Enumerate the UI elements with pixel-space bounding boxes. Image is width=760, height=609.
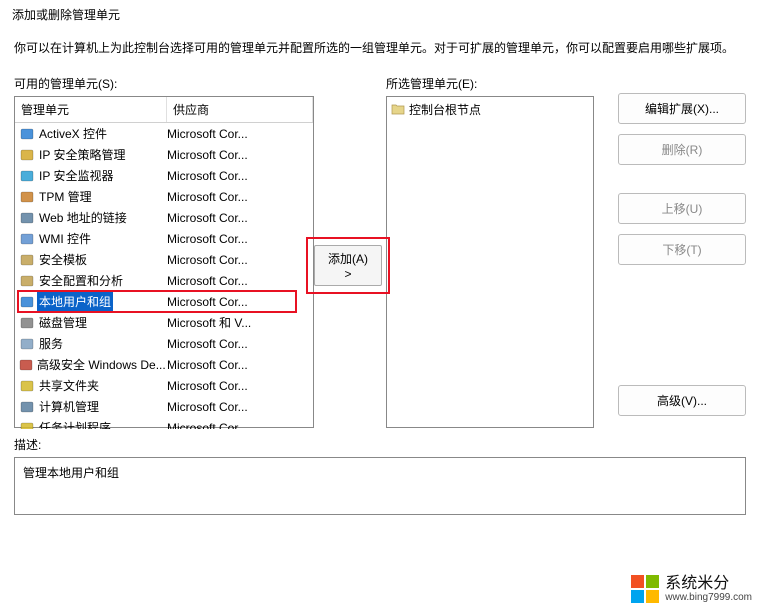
weblink-icon bbox=[19, 210, 35, 226]
list-item[interactable]: ActiveX 控件 Microsoft Cor... bbox=[15, 123, 313, 144]
list-item-vendor: Microsoft Cor... bbox=[167, 127, 313, 141]
tree-root-label: 控制台根节点 bbox=[409, 101, 481, 118]
list-item-vendor: Microsoft Cor... bbox=[167, 148, 313, 162]
list-item-name: 服务 bbox=[37, 334, 65, 353]
list-item-name: Web 地址的链接 bbox=[37, 208, 129, 227]
list-item-vendor: Microsoft Cor... bbox=[167, 295, 313, 309]
list-item-vendor: Microsoft Cor... bbox=[167, 190, 313, 204]
tree-root-node[interactable]: 控制台根节点 bbox=[390, 100, 590, 118]
firewall-icon bbox=[19, 357, 33, 373]
services-icon bbox=[19, 336, 35, 352]
available-list[interactable]: 管理单元 供应商 ActiveX 控件Microsoft Cor...IP 安全… bbox=[14, 96, 314, 428]
sec-config-icon bbox=[19, 273, 35, 289]
watermark: 系统米分 www.bing7999.com bbox=[627, 573, 756, 605]
list-item-vendor: Microsoft Cor... bbox=[167, 211, 313, 225]
list-item[interactable]: TPM 管理 Microsoft Cor... bbox=[15, 186, 313, 207]
list-item-vendor: Microsoft Cor... bbox=[167, 169, 313, 183]
description-label: 描述: bbox=[14, 436, 746, 453]
add-button[interactable]: 添加(A) > bbox=[314, 245, 382, 286]
description-text: 管理本地用户和组 bbox=[23, 466, 119, 480]
disk-icon bbox=[19, 315, 35, 331]
list-item-name: 计算机管理 bbox=[37, 397, 101, 416]
list-item[interactable]: IP 安全监视器 Microsoft Cor... bbox=[15, 165, 313, 186]
description-box: 管理本地用户和组 bbox=[14, 457, 746, 515]
list-item-vendor: Microsoft Cor... bbox=[167, 358, 313, 372]
windows-logo-icon bbox=[631, 575, 659, 603]
list-item-name: ActiveX 控件 bbox=[37, 124, 109, 143]
list-item[interactable]: 磁盘管理 Microsoft 和 V... bbox=[15, 312, 313, 333]
tpm-icon bbox=[19, 189, 35, 205]
ipsec-monitor-icon bbox=[19, 168, 35, 184]
list-item[interactable]: 任务计划程序 Microsoft Cor... bbox=[15, 417, 313, 429]
list-item-name: IP 安全监视器 bbox=[37, 166, 115, 185]
list-item-vendor: Microsoft Cor... bbox=[167, 421, 313, 430]
list-item-vendor: Microsoft Cor... bbox=[167, 379, 313, 393]
list-item-vendor: Microsoft Cor... bbox=[167, 253, 313, 267]
col-header-name[interactable]: 管理单元 bbox=[15, 97, 167, 122]
remove-button[interactable]: 删除(R) bbox=[618, 134, 746, 165]
list-item-vendor: Microsoft Cor... bbox=[167, 232, 313, 246]
list-item-vendor: Microsoft Cor... bbox=[167, 274, 313, 288]
list-item-vendor: Microsoft Cor... bbox=[167, 400, 313, 414]
list-item-name: TPM 管理 bbox=[37, 187, 94, 206]
list-item[interactable]: Web 地址的链接 Microsoft Cor... bbox=[15, 207, 313, 228]
selected-label: 所选管理单元(E): bbox=[386, 75, 594, 92]
dialog-description: 你可以在计算机上为此控制台选择可用的管理单元并配置所选的一组管理单元。对于可扩展… bbox=[0, 27, 760, 75]
list-item[interactable]: 服务 Microsoft Cor... bbox=[15, 333, 313, 354]
list-item-name: 高级安全 Windows De... bbox=[35, 355, 167, 374]
list-item[interactable]: 共享文件夹 Microsoft Cor... bbox=[15, 375, 313, 396]
available-list-header: 管理单元 供应商 bbox=[15, 97, 313, 123]
shared-icon bbox=[19, 378, 35, 394]
watermark-text: 系统米分 bbox=[665, 576, 752, 592]
list-item[interactable]: 安全模板 Microsoft Cor... bbox=[15, 249, 313, 270]
list-item[interactable]: IP 安全策略管理 Microsoft Cor... bbox=[15, 144, 313, 165]
list-item-name: WMI 控件 bbox=[37, 229, 93, 248]
selected-list[interactable]: 控制台根节点 bbox=[386, 96, 594, 428]
activex-icon bbox=[19, 126, 35, 142]
available-label: 可用的管理单元(S): bbox=[14, 75, 314, 92]
list-item[interactable]: WMI 控件 Microsoft Cor... bbox=[15, 228, 313, 249]
dialog-title: 添加或删除管理单元 bbox=[0, 0, 760, 27]
col-header-vendor[interactable]: 供应商 bbox=[167, 97, 313, 122]
users-icon bbox=[19, 294, 35, 310]
move-down-button[interactable]: 下移(T) bbox=[618, 234, 746, 265]
list-item-vendor: Microsoft 和 V... bbox=[167, 314, 313, 331]
computer-icon bbox=[19, 399, 35, 415]
tasks-icon bbox=[19, 420, 35, 430]
move-up-button[interactable]: 上移(U) bbox=[618, 193, 746, 224]
list-item[interactable]: 本地用户和组 Microsoft Cor... bbox=[15, 291, 313, 312]
watermark-url: www.bing7999.com bbox=[665, 592, 752, 603]
advanced-button[interactable]: 高级(V)... bbox=[618, 385, 746, 416]
list-item[interactable]: 高级安全 Windows De...Microsoft Cor... bbox=[15, 354, 313, 375]
list-item-name: 安全配置和分析 bbox=[37, 271, 125, 290]
list-item-name: 任务计划程序 bbox=[37, 418, 113, 429]
list-item-name: 磁盘管理 bbox=[37, 313, 89, 332]
edit-extensions-button[interactable]: 编辑扩展(X)... bbox=[618, 93, 746, 124]
list-item-name: 本地用户和组 bbox=[37, 292, 113, 311]
list-item-name: 共享文件夹 bbox=[37, 376, 101, 395]
list-item-name: 安全模板 bbox=[37, 250, 89, 269]
wmi-icon bbox=[19, 231, 35, 247]
list-item[interactable]: 计算机管理 Microsoft Cor... bbox=[15, 396, 313, 417]
list-item-name: IP 安全策略管理 bbox=[37, 145, 127, 164]
sec-template-icon bbox=[19, 252, 35, 268]
ipsec-policy-icon bbox=[19, 147, 35, 163]
list-item[interactable]: 安全配置和分析 Microsoft Cor... bbox=[15, 270, 313, 291]
folder-icon bbox=[390, 101, 406, 117]
list-item-vendor: Microsoft Cor... bbox=[167, 337, 313, 351]
